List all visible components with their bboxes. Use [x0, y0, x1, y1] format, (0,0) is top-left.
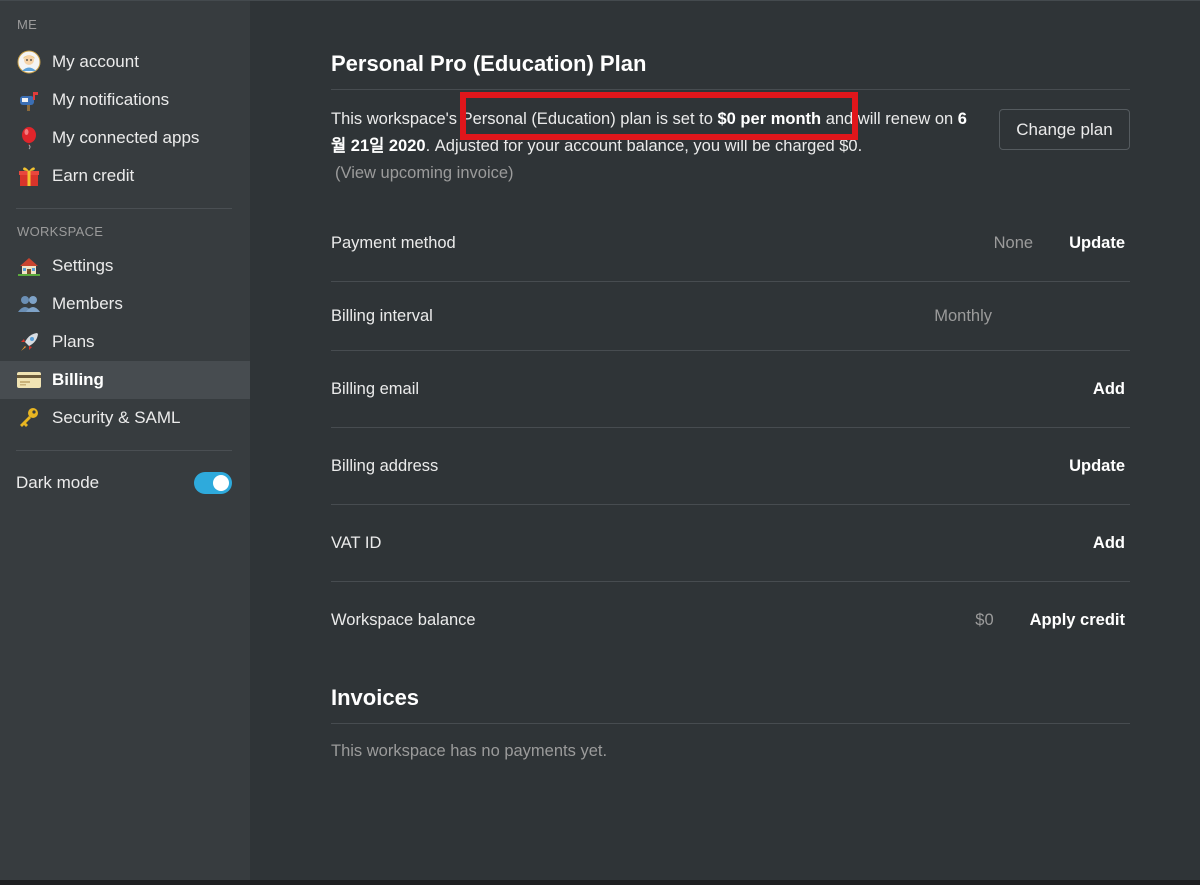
update-payment-method-button[interactable]: Update — [1069, 234, 1130, 253]
app-window: ME My account My notifications My connec… — [0, 0, 1200, 880]
bottom-edge — [0, 880, 1200, 885]
gift-icon — [16, 163, 42, 189]
sidebar-item-my-connected-apps[interactable]: My connected apps — [0, 119, 250, 157]
row-value: None — [993, 234, 1034, 252]
highlight-annotation-box — [460, 92, 858, 140]
row-label: Workspace balance — [331, 611, 476, 629]
billing-row-billing-email: Billing email Add — [331, 351, 1130, 428]
sidebar-item-label: Billing — [52, 370, 104, 389]
section-label-workspace: WORKSPACE — [17, 224, 104, 239]
sidebar-item-settings[interactable]: Settings — [0, 247, 250, 285]
row-label: Payment method — [331, 234, 456, 252]
sidebar-item-label: My notifications — [52, 90, 170, 109]
sidebar-item-label: My account — [52, 52, 139, 71]
row-value: $0 — [975, 611, 994, 629]
plan-text-part: This workspace's — [331, 110, 462, 128]
sidebar-item-earn-credit[interactable]: Earn credit — [0, 157, 250, 195]
row-label: Billing email — [331, 379, 420, 398]
row-right: None Update — [994, 234, 1130, 253]
sidebar-divider — [16, 450, 232, 451]
billing-row-workspace-balance: Workspace balance $0 Apply credit — [331, 582, 1130, 659]
row-value: Monthly — [934, 306, 992, 325]
view-upcoming-invoice-link[interactable]: (View upcoming invoice) — [331, 164, 514, 182]
sidebar-item-label: Earn credit — [52, 166, 135, 185]
sidebar: ME My account My notifications My connec… — [0, 1, 250, 880]
dark-mode-label: Dark mode — [16, 473, 100, 492]
sidebar-item-label: Plans — [52, 332, 95, 351]
sidebar-item-billing[interactable]: Billing — [0, 361, 250, 399]
sidebar-item-label: Settings — [52, 256, 114, 275]
add-billing-email-button[interactable]: Add — [1093, 380, 1130, 399]
change-plan-button[interactable]: Change plan — [999, 109, 1130, 150]
sidebar-divider — [16, 208, 232, 209]
section-label-me: ME — [17, 17, 38, 32]
house-icon — [16, 253, 42, 279]
sidebar-item-label: Members — [52, 294, 123, 313]
avatar-icon — [16, 49, 42, 75]
billing-row-payment-method: Payment method None Update — [331, 206, 1130, 282]
billing-row-billing-address: Billing address Update — [331, 428, 1130, 505]
add-vat-id-button[interactable]: Add — [1093, 534, 1130, 553]
sidebar-item-security-saml[interactable]: Security & SAML — [0, 399, 250, 437]
balloon-icon — [16, 125, 42, 151]
billing-content: Personal Pro (Education) Plan This works… — [331, 51, 1130, 761]
apply-credit-button[interactable]: Apply credit — [1030, 611, 1130, 630]
sidebar-item-my-account[interactable]: My account — [0, 43, 250, 81]
key-icon — [16, 405, 42, 431]
invoices-heading: Invoices — [331, 685, 1130, 724]
row-label: VAT ID — [331, 533, 382, 552]
sidebar-item-members[interactable]: Members — [0, 285, 250, 323]
sidebar-item-my-notifications[interactable]: My notifications — [0, 81, 250, 119]
people-icon — [16, 291, 42, 317]
row-right: $0 Apply credit — [975, 611, 1130, 630]
rocket-icon — [16, 329, 42, 355]
sidebar-item-label: My connected apps — [52, 128, 200, 147]
billing-row-billing-interval: Billing interval Monthly — [331, 282, 1130, 351]
plan-summary: This workspace's Personal (Education) pl… — [331, 92, 1130, 206]
sidebar-item-label: Security & SAML — [52, 408, 181, 427]
row-label: Billing address — [331, 456, 439, 475]
sidebar-item-plans[interactable]: Plans — [0, 323, 250, 361]
billing-rows: Payment method None Update Billing inter… — [331, 206, 1130, 659]
mailbox-icon — [16, 87, 42, 113]
dark-mode-row: Dark mode — [0, 464, 250, 502]
dark-mode-toggle[interactable] — [194, 472, 232, 494]
row-label: Billing interval — [331, 306, 433, 325]
invoices-empty-text: This workspace has no payments yet. — [331, 742, 608, 760]
credit-card-icon — [16, 367, 42, 393]
billing-row-vat-id: VAT ID Add — [331, 505, 1130, 582]
page-title: Personal Pro (Education) Plan — [331, 51, 1130, 90]
update-billing-address-button[interactable]: Update — [1069, 457, 1130, 476]
toggle-knob — [213, 475, 229, 491]
main-content: Personal Pro (Education) Plan This works… — [250, 1, 1200, 880]
row-right: Monthly — [934, 307, 1130, 326]
